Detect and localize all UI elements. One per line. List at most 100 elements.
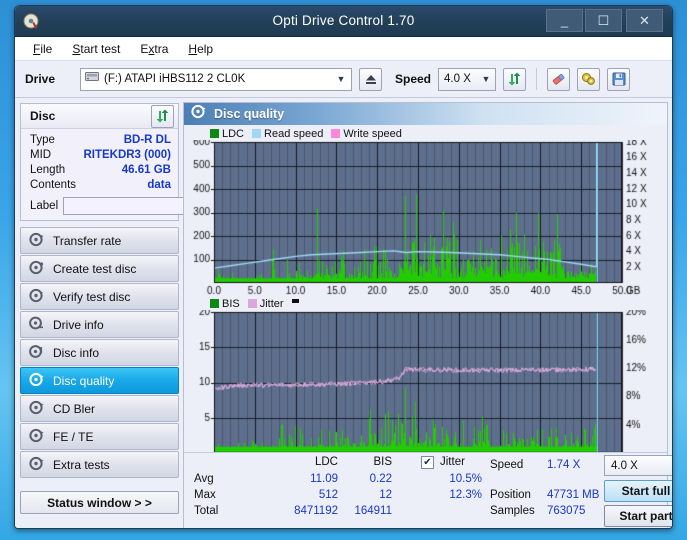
sidebar-item-verify-test-disc[interactable]: Verify test disc [20, 283, 179, 310]
disc-quality-title: Disc quality [214, 107, 285, 121]
status-window-button[interactable]: Status window > > [20, 491, 179, 514]
disc-icon [29, 428, 44, 446]
start-part-button[interactable]: Start part [604, 505, 672, 527]
start-full-button[interactable]: Start full [604, 480, 672, 502]
disc-label-row: Label [21, 193, 269, 220]
legend-read-speed: Read speed [264, 127, 324, 140]
sidebar-label: Disc info [53, 345, 100, 360]
disc-row-mid: MID RITEKDR3 (000) [21, 148, 178, 163]
legend-ldc: LDC [222, 127, 245, 140]
stats-col-jitter: Jitter [440, 456, 465, 468]
disc-panel-title: Disc [30, 109, 56, 123]
disc-icon [29, 372, 44, 390]
disc-icon [29, 400, 44, 418]
stats-speed-key: Speed [490, 459, 524, 471]
disc-icon [191, 104, 206, 124]
sidebar-item-cd-bler[interactable]: CD Bler [20, 395, 179, 422]
drive-label: Drive [25, 72, 56, 86]
test-speed-value: 4.0 X [611, 459, 638, 472]
stats-samples-value: 763075 [547, 505, 586, 517]
sidebar-item-drive-info[interactable]: Drive info [20, 311, 179, 338]
disc-key-type: Type [30, 134, 55, 146]
jitter-checkbox[interactable]: ✔ [421, 456, 434, 469]
eject-button[interactable] [359, 67, 382, 91]
drive-icon [85, 70, 99, 88]
speed-select[interactable]: 4.0 X ▼ [438, 67, 497, 91]
bis-jitter-chart-legend: BIS Jitter [184, 297, 299, 310]
drive-select[interactable]: (F:) ATAPI iHBS112 2 CL0K ▼ [80, 67, 352, 91]
disc-icon [29, 288, 44, 306]
stats-speed-value: 1.74 X [547, 459, 581, 471]
ldc-chart-legend: LDC Read speed Write speed [184, 127, 406, 140]
stats-col-bis: BIS [373, 456, 392, 468]
disc-icon [29, 344, 44, 362]
minimize-button[interactable]: _ [546, 9, 583, 32]
disc-row-length: Length 46.61 GB [21, 163, 178, 178]
stats-row-avg: Avg [194, 473, 214, 485]
stats-row-total: Total [194, 505, 219, 517]
settings-button[interactable] [577, 67, 601, 91]
refresh-button[interactable] [503, 67, 527, 91]
sidebar-item-fe-te[interactable]: FE / TE [20, 423, 179, 450]
sidebar-item-create-test-disc[interactable]: Create test disc [20, 255, 179, 282]
extra-marker-icon [291, 298, 299, 303]
disc-panel-header: Disc [21, 104, 178, 129]
legend-bis: BIS [222, 297, 240, 310]
toolbar-separator [536, 68, 538, 90]
sidebar-item-disc-info[interactable]: Disc info [20, 339, 179, 366]
read-speed-swatch [252, 129, 262, 138]
sidebar-label: CD Bler [53, 401, 96, 416]
disc-icon [29, 260, 44, 278]
sidebar-label: Verify test disc [53, 289, 131, 304]
sidebar-item-extra-tests[interactable]: Extra tests [20, 451, 179, 478]
chevron-down-icon: ▼ [481, 74, 491, 84]
disc-icon [29, 232, 44, 250]
erase-button[interactable] [547, 67, 571, 91]
disc-value-length: 46.61 GB [121, 164, 171, 176]
stats-samples-key: Samples [490, 505, 535, 517]
sidebar-label: Drive info [53, 317, 104, 332]
disc-value-mid: RITEKDR3 (000) [83, 149, 171, 161]
save-button[interactable] [607, 67, 631, 91]
sidebar-label: FE / TE [53, 429, 94, 444]
disc-info-panel: Disc Type BD-R DL MID RITEKDR3 (000) Len… [20, 103, 269, 221]
menu-help[interactable]: Help [188, 42, 213, 56]
disc-key-contents: Contents [30, 179, 77, 191]
stats-row-max: Max [194, 489, 216, 501]
test-speed-select[interactable]: 4.0 X ▼ [604, 455, 672, 476]
close-button[interactable]: ✕ [626, 9, 663, 32]
disc-quality-header: Disc quality [184, 103, 667, 125]
disc-value-type: BD-R DL [123, 134, 171, 146]
ldc-swatch [210, 129, 219, 138]
disc-refresh-button[interactable] [151, 104, 174, 128]
sidebar-label: Disc quality [53, 373, 115, 388]
app-window: Opti Drive Control 1.70 _ ☐ ✕ File Start… [14, 5, 673, 529]
disc-row-contents: Contents data [21, 178, 178, 193]
disc-key-mid: MID [30, 149, 52, 161]
sidebar-label: Create test disc [53, 261, 137, 276]
drive-value: (F:) ATAPI iHBS112 2 CL0K [104, 73, 246, 85]
sidebar-item-transfer-rate[interactable]: Transfer rate [20, 227, 179, 254]
stats-avg-ldc: 11.09 [310, 473, 338, 485]
statistics-panel: LDC BIS ✔ Jitter Avg 11.09 0.22 10.5% Ma… [184, 452, 672, 528]
speed-value: 4.0 X [444, 73, 471, 85]
sidebar-label: Extra tests [53, 457, 110, 472]
maximize-button[interactable]: ☐ [585, 9, 622, 32]
menu-start-test[interactable]: Start test [72, 42, 120, 56]
menu-extra[interactable]: Extra [140, 42, 168, 56]
menu-bar: File Start test Extra Help [15, 37, 672, 61]
sidebar-item-disc-quality[interactable]: Disc quality [20, 367, 179, 394]
bis-swatch [210, 299, 219, 308]
speed-label: Speed [395, 72, 432, 86]
stats-col-ldc: LDC [314, 456, 338, 468]
sidebar: Disc Type BD-R DL MID RITEKDR3 (000) Len… [15, 98, 269, 528]
disc-icon [29, 456, 44, 474]
stats-avg-bis: 0.22 [369, 473, 392, 485]
disc-value-contents: data [147, 179, 171, 191]
chevron-down-icon: ▼ [336, 74, 346, 84]
jitter-swatch [247, 299, 257, 308]
ldc-read-speed-chart [184, 140, 668, 300]
menu-file[interactable]: File [33, 42, 52, 56]
chevron-down-icon: ▼ [671, 461, 672, 471]
main-body: Disc Type BD-R DL MID RITEKDR3 (000) Len… [15, 98, 672, 528]
